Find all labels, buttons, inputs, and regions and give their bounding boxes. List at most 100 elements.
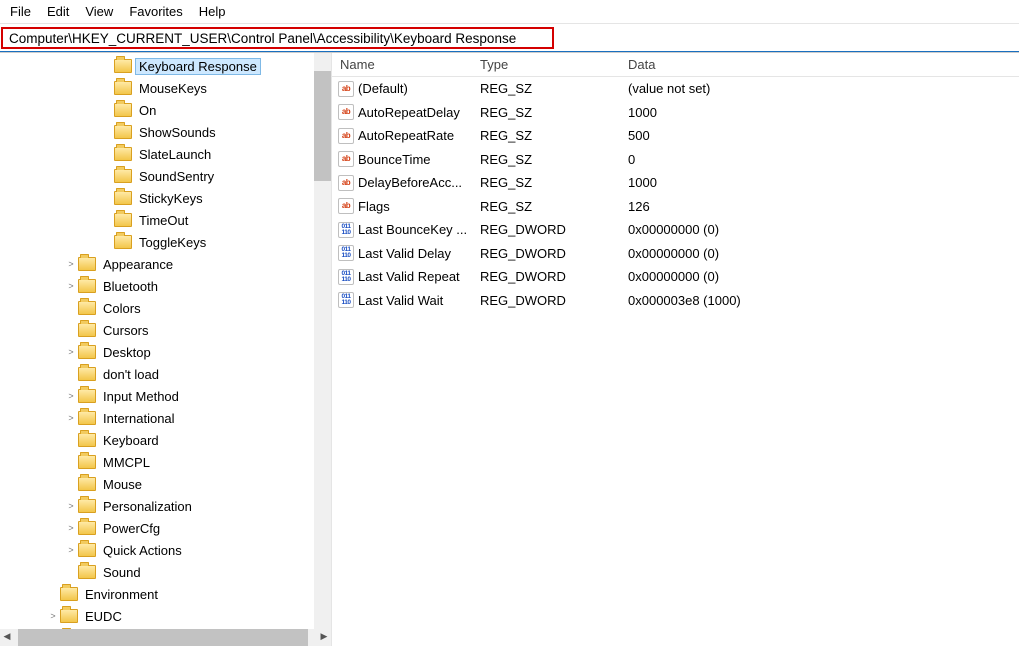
tree-item[interactable]: ·ShowSounds — [4, 121, 331, 143]
column-data[interactable]: Data — [628, 57, 1019, 72]
tree-item[interactable]: >PowerCfg — [4, 517, 331, 539]
caret-placeholder: · — [100, 61, 114, 71]
tree-item[interactable]: > International — [4, 407, 331, 429]
tree-item[interactable]: >Desktop — [4, 341, 331, 363]
folder-icon — [60, 609, 78, 623]
folder-icon — [78, 345, 96, 359]
string-value-icon: ab — [338, 175, 354, 191]
value-row[interactable]: abAutoRepeatDelayREG_SZ1000 — [332, 101, 1019, 125]
tree-item[interactable]: ·MouseKeys — [4, 77, 331, 99]
tree-item-label: Sound — [100, 565, 144, 580]
horizontal-scrollbar[interactable]: ◀ ▶ — [0, 629, 331, 646]
value-name: Last Valid Repeat — [358, 269, 480, 284]
expand-caret-icon[interactable]: > — [64, 523, 78, 533]
tree-item[interactable]: > Appearance — [4, 253, 331, 275]
tree-item-label: Mouse — [100, 477, 145, 492]
tree-item[interactable]: > Personalization — [4, 495, 331, 517]
scroll-right-icon[interactable]: ▶ — [317, 629, 331, 643]
tree-item[interactable]: ·MMCPL — [4, 451, 331, 473]
tree-item[interactable]: >Input Method — [4, 385, 331, 407]
tree-item[interactable]: ·Colors — [4, 297, 331, 319]
tree-item[interactable]: ·On — [4, 99, 331, 121]
dword-value-icon: 011110 — [338, 245, 354, 261]
registry-tree[interactable]: ·Keyboard Response·MouseKeys·On·ShowSoun… — [0, 53, 331, 646]
tree-item-label: Personalization — [100, 499, 195, 514]
tree-item[interactable]: ·Sound — [4, 561, 331, 583]
menu-favorites[interactable]: Favorites — [123, 2, 192, 21]
tree-item-label: don't load — [100, 367, 162, 382]
tree-item-label: On — [136, 103, 159, 118]
value-data: 0x00000000 (0) — [628, 269, 1019, 284]
value-data: 0 — [628, 152, 1019, 167]
tree-item[interactable]: ·Cursors — [4, 319, 331, 341]
value-type: REG_DWORD — [480, 246, 628, 261]
value-type: REG_SZ — [480, 175, 628, 190]
folder-icon — [78, 521, 96, 535]
value-row[interactable]: 011110Last Valid RepeatREG_DWORD0x000000… — [332, 265, 1019, 289]
value-row[interactable]: 011110Last Valid WaitREG_DWORD0x000003e8… — [332, 289, 1019, 313]
value-name: DelayBeforeAcc... — [358, 175, 480, 190]
value-row[interactable]: abAutoRepeatRateREG_SZ500 — [332, 124, 1019, 148]
values-panel: Name Type Data ab(Default)REG_SZ(value n… — [332, 53, 1019, 646]
folder-icon — [114, 169, 132, 183]
tree-item[interactable]: ·Keyboard — [4, 429, 331, 451]
tree-item-label: Environment — [82, 587, 161, 602]
value-type: REG_DWORD — [480, 293, 628, 308]
address-bar[interactable]: Computer\HKEY_CURRENT_USER\Control Panel… — [1, 27, 554, 49]
expand-caret-icon[interactable]: > — [64, 545, 78, 555]
value-row[interactable]: ab(Default)REG_SZ(value not set) — [332, 77, 1019, 101]
value-name: Last BounceKey ... — [358, 222, 480, 237]
caret-placeholder: · — [100, 193, 114, 203]
tree-item-label: International — [100, 411, 178, 426]
value-row[interactable]: abFlagsREG_SZ126 — [332, 195, 1019, 219]
tree-item-label: TimeOut — [136, 213, 191, 228]
expand-caret-icon[interactable]: > — [64, 281, 78, 291]
column-type[interactable]: Type — [480, 57, 628, 72]
caret-placeholder: · — [64, 435, 78, 445]
tree-item[interactable]: · Keyboard Response — [4, 55, 331, 77]
tree-item[interactable]: ·SoundSentry — [4, 165, 331, 187]
menu-edit[interactable]: Edit — [41, 2, 79, 21]
dword-value-icon: 011110 — [338, 222, 354, 238]
column-headers: Name Type Data — [332, 53, 1019, 77]
folder-icon — [114, 235, 132, 249]
tree-item[interactable]: ·Mouse — [4, 473, 331, 495]
caret-placeholder: · — [46, 589, 60, 599]
folder-icon — [78, 257, 96, 271]
expand-caret-icon[interactable]: > — [64, 501, 78, 511]
tree-item[interactable]: ·don't load — [4, 363, 331, 385]
expand-caret-icon[interactable]: > — [64, 391, 78, 401]
tree-item[interactable]: >EUDC — [4, 605, 331, 627]
value-row[interactable]: abBounceTimeREG_SZ0 — [332, 148, 1019, 172]
caret-placeholder: · — [100, 149, 114, 159]
tree-item[interactable]: ·StickyKeys — [4, 187, 331, 209]
value-name: AutoRepeatRate — [358, 128, 480, 143]
tree-item[interactable]: ·TimeOut — [4, 209, 331, 231]
scroll-left-icon[interactable]: ◀ — [0, 629, 14, 643]
menu-view[interactable]: View — [79, 2, 123, 21]
tree-item[interactable]: ·SlateLaunch — [4, 143, 331, 165]
column-name[interactable]: Name — [332, 57, 480, 72]
tree-item[interactable]: >Bluetooth — [4, 275, 331, 297]
value-row[interactable]: 011110Last BounceKey ...REG_DWORD0x00000… — [332, 218, 1019, 242]
vertical-scrollbar[interactable] — [314, 53, 331, 629]
menu-file[interactable]: File — [4, 2, 41, 21]
vertical-scroll-thumb[interactable] — [314, 71, 331, 181]
expand-caret-icon[interactable]: > — [64, 413, 78, 423]
tree-item-label: Colors — [100, 301, 144, 316]
tree-item[interactable]: ·ToggleKeys — [4, 231, 331, 253]
tree-item-label: Keyboard Response — [135, 58, 261, 75]
tree-item[interactable]: >Quick Actions — [4, 539, 331, 561]
string-value-icon: ab — [338, 128, 354, 144]
horizontal-scroll-thumb[interactable] — [18, 629, 308, 646]
value-row[interactable]: 011110Last Valid DelayREG_DWORD0x0000000… — [332, 242, 1019, 266]
tree-item[interactable]: · Environment — [4, 583, 331, 605]
expand-caret-icon[interactable]: > — [46, 611, 60, 621]
value-row[interactable]: abDelayBeforeAcc...REG_SZ1000 — [332, 171, 1019, 195]
expand-caret-icon[interactable]: > — [64, 259, 78, 269]
menu-help[interactable]: Help — [193, 2, 236, 21]
folder-icon — [78, 323, 96, 337]
values-list[interactable]: ab(Default)REG_SZ(value not set)abAutoRe… — [332, 77, 1019, 312]
tree-item-label: Appearance — [100, 257, 176, 272]
expand-caret-icon[interactable]: > — [64, 347, 78, 357]
